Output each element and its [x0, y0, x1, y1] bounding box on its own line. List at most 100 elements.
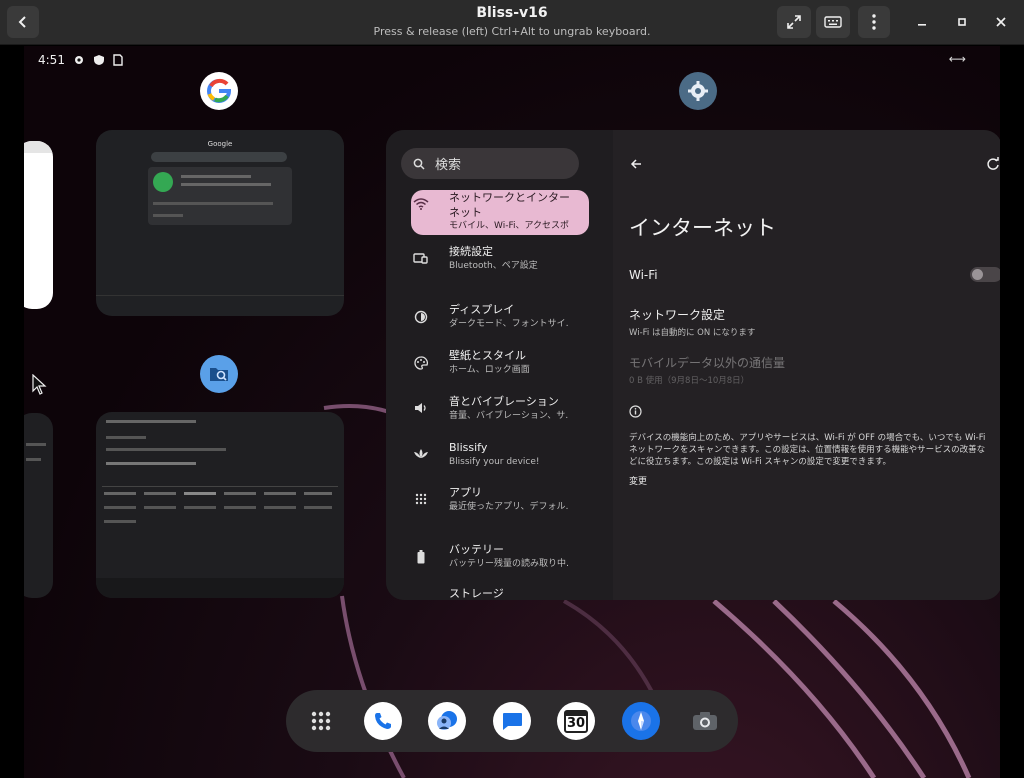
- menu-item-subtitle: ダークモード、フォントサイ…: [449, 319, 569, 329]
- camera-app-icon[interactable]: [686, 702, 724, 740]
- minimize-button[interactable]: [911, 11, 933, 33]
- expand-icon: [787, 15, 801, 29]
- recent-app-card-partial[interactable]: [24, 141, 53, 309]
- dock: 30: [286, 690, 738, 752]
- settings-sidebar: 検索 ネットワークとインターネット モバイル、Wi-Fi、アクセスポ… 接続設定…: [386, 130, 613, 600]
- phone-app-icon[interactable]: [364, 702, 402, 740]
- minimize-icon: [918, 24, 926, 26]
- search-placeholder: 検索: [435, 158, 462, 173]
- network-settings-title: ネットワーク設定: [629, 308, 726, 322]
- menu-item-title: Blissify: [449, 441, 488, 454]
- window-titlebar: Bliss-v16 Press & release (left) Ctrl+Al…: [0, 0, 1024, 45]
- menu-item-title: バッテリー: [449, 543, 504, 556]
- menu-item-connected-devices[interactable]: 接続設定 Bluetooth、ペア設定: [411, 244, 591, 288]
- settings-search-bar[interactable]: 検索: [401, 148, 579, 179]
- menu-item-title: ディスプレイ: [449, 303, 515, 316]
- menu-item-battery[interactable]: バッテリー バッテリー残量の読み取り中…: [411, 542, 591, 586]
- search-icon: [413, 158, 425, 170]
- non-carrier-title: モバイルデータ以外の通信量: [629, 356, 786, 370]
- page-title: インターネット: [629, 216, 776, 240]
- arrow-back-icon[interactable]: [630, 158, 642, 170]
- menu-item-storage[interactable]: ストレージ: [411, 586, 591, 600]
- gear-icon: [688, 81, 708, 101]
- menu-item-display[interactable]: ディスプレイ ダークモード、フォントサイ…: [411, 302, 591, 346]
- status-bar: 4:51: [38, 50, 123, 70]
- fullscreen-button[interactable]: [777, 6, 811, 38]
- messages-app-icon[interactable]: [493, 702, 531, 740]
- maximize-button[interactable]: [951, 11, 973, 33]
- menu-item-subtitle: ホーム、ロック画面: [449, 365, 530, 375]
- wifi-icon: [411, 198, 431, 210]
- more-vertical-icon: [872, 14, 876, 30]
- menu-item-subtitle: Blissify your device!: [449, 457, 540, 467]
- phone-icon: [375, 713, 391, 729]
- person-bubble-icon: [437, 711, 457, 730]
- apps-grid-icon: [411, 493, 431, 505]
- menu-item-apps[interactable]: アプリ 最近使ったアプリ、デフォル…: [411, 485, 591, 529]
- network-settings-row[interactable]: ネットワーク設定 Wi-Fi は自動的に ON になります: [629, 306, 989, 338]
- maximize-icon: [958, 18, 966, 26]
- camera-icon: [693, 712, 717, 730]
- wifi-row[interactable]: Wi-Fi: [629, 264, 999, 284]
- volume-icon: [411, 402, 431, 414]
- menu-item-title: ネットワークとインターネット: [449, 191, 570, 219]
- close-button[interactable]: [990, 11, 1012, 33]
- battery-icon: [411, 550, 431, 564]
- clock: 4:51: [38, 53, 65, 67]
- settings-detail-pane: インターネット Wi-Fi ネットワーク設定 Wi-Fi は自動的に ON にな…: [613, 130, 1000, 600]
- wifi-toggle[interactable]: [970, 267, 1000, 282]
- refresh-icon[interactable]: [986, 157, 1000, 171]
- menu-item-network[interactable]: ネットワークとインターネット モバイル、Wi-Fi、アクセスポ…: [411, 190, 589, 235]
- menu-item-subtitle: 最近使ったアプリ、デフォル…: [449, 502, 569, 512]
- menu-item-title: ストレージ: [449, 587, 504, 600]
- recent-app-card-settings[interactable]: 検索 ネットワークとインターネット モバイル、Wi-Fi、アクセスポ… 接続設定…: [386, 130, 1000, 600]
- menu-item-wallpaper[interactable]: 壁紙とスタイル ホーム、ロック画面: [411, 348, 591, 392]
- lotus-icon: [411, 448, 431, 460]
- recent-app-card-google[interactable]: Google: [96, 130, 344, 316]
- non-carrier-data-row[interactable]: モバイルデータ以外の通信量 0 B 使用（9月8日〜10月8日）: [629, 354, 989, 386]
- palette-icon: [411, 356, 431, 370]
- non-carrier-sub: 0 B 使用（9月8日〜10月8日）: [629, 376, 750, 386]
- wifi-scan-info-text: デバイスの機能向上のため、アプリやサービスは、Wi-Fi が OFF の場合でも…: [629, 433, 986, 467]
- folder-search-icon: [210, 368, 228, 381]
- menu-item-subtitle: 音量、バイブレーション、サ…: [449, 411, 569, 421]
- shield-icon: [93, 55, 104, 65]
- maps-app-icon[interactable]: [622, 702, 660, 740]
- menu-item-title: 音とバイブレーション: [449, 395, 559, 408]
- menu-item-title: アプリ: [449, 486, 482, 499]
- calendar-day: 30: [566, 715, 586, 731]
- keyboard-button[interactable]: [816, 6, 850, 38]
- files-app-icon[interactable]: [200, 355, 238, 393]
- android-screen: 4:51 ⟷ Google 検索 ネットワークとインターネット モバイル、Wi-…: [24, 46, 1000, 778]
- devices-icon: [411, 252, 431, 264]
- menu-item-subtitle: モバイル、Wi-Fi、アクセスポ…: [449, 221, 569, 231]
- close-icon: [996, 17, 1006, 27]
- apps-grid-icon: [311, 711, 331, 731]
- menu-item-sound[interactable]: 音とバイブレーション 音量、バイブレーション、サ…: [411, 394, 591, 438]
- change-link[interactable]: 変更: [629, 474, 647, 487]
- contacts-app-icon[interactable]: [428, 702, 466, 740]
- settings-app-icon[interactable]: [679, 72, 717, 110]
- recent-app-card-files[interactable]: [96, 412, 344, 598]
- menu-item-subtitle: バッテリー残量の読み取り中…: [449, 559, 569, 569]
- message-bubble-icon: [503, 713, 522, 730]
- recent-app-card-partial[interactable]: [24, 413, 53, 598]
- wifi-label: Wi-Fi: [629, 268, 658, 282]
- ethernet-icon: ⟷: [948, 52, 966, 66]
- menu-item-title: 接続設定: [449, 245, 493, 258]
- menu-item-blissify[interactable]: Blissify Blissify your device!: [411, 440, 591, 484]
- keyboard-icon: [824, 16, 842, 28]
- mouse-cursor-icon: [32, 374, 47, 395]
- network-settings-sub: Wi-Fi は自動的に ON になります: [629, 328, 756, 338]
- menu-item-title: 壁紙とスタイル: [449, 349, 526, 362]
- sim-card-icon: [113, 54, 123, 66]
- menu-item-subtitle: Bluetooth、ペア設定: [449, 261, 538, 271]
- google-app-icon[interactable]: [200, 72, 238, 110]
- compass-icon: [631, 711, 651, 731]
- app-drawer-button[interactable]: [302, 702, 340, 740]
- info-icon: [629, 405, 642, 418]
- calendar-app-icon[interactable]: 30: [557, 702, 595, 740]
- menu-button[interactable]: [858, 6, 890, 38]
- google-brand-label: Google: [207, 140, 233, 148]
- settings-gear-icon: [74, 56, 83, 64]
